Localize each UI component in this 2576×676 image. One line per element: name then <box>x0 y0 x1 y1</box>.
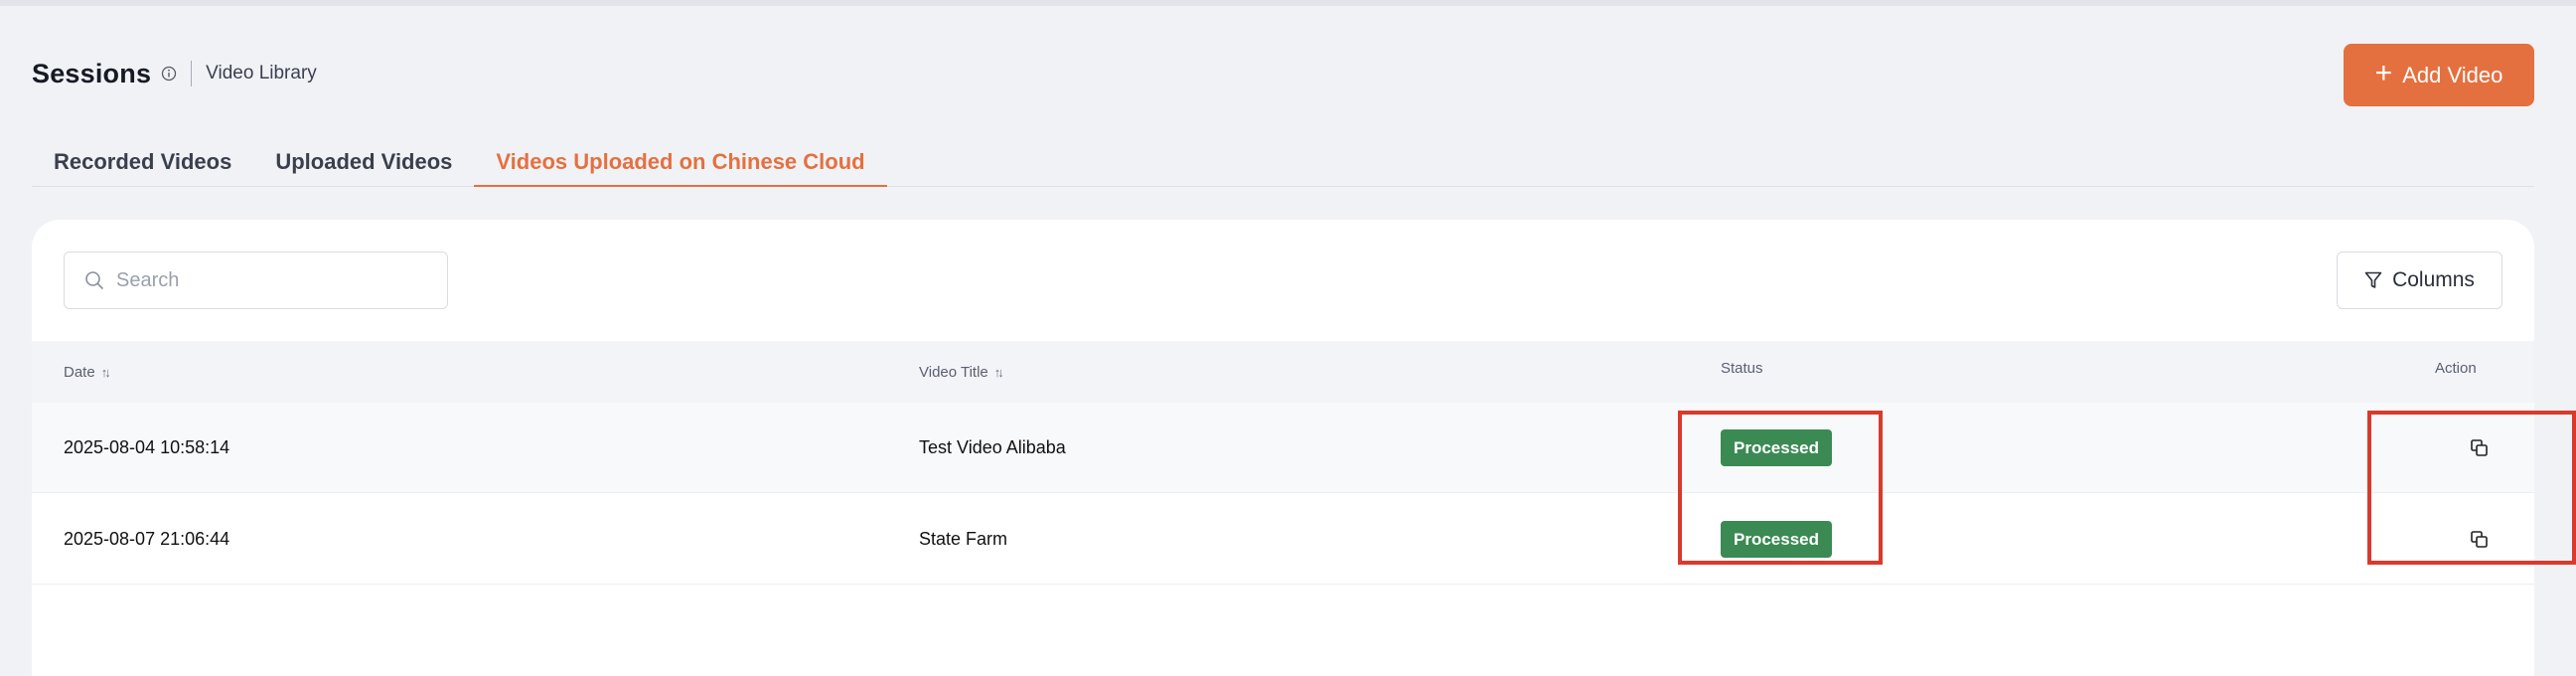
sort-icon[interactable]: ↑↓ <box>101 365 111 380</box>
sort-icon[interactable]: ↑↓ <box>994 365 1004 380</box>
status-cell: Processed <box>1721 494 1832 585</box>
video-title-cell: State Farm <box>919 529 1008 549</box>
page: Sessions Video Library + Add Video Recor… <box>0 0 2576 676</box>
video-title-cell: Test Video Alibaba <box>919 437 1066 457</box>
column-header-video-title[interactable]: Video Title ↑↓ <box>919 341 1004 403</box>
table-row[interactable]: 2025-08-07 21:06:44 State Farm Processed <box>32 494 2534 585</box>
date-cell: 2025-08-07 21:06:44 <box>64 529 230 549</box>
copy-icon[interactable] <box>2470 438 2490 458</box>
column-label: Status <box>1721 359 1763 377</box>
column-header-action: Action <box>2435 337 2477 399</box>
column-header-status: Status <box>1721 337 1763 399</box>
tab-uploaded-videos[interactable]: Uploaded Videos <box>253 139 474 187</box>
table-row[interactable]: 2025-08-04 10:58:14 Test Video Alibaba P… <box>32 403 2534 493</box>
table-header: Date ↑↓ Video Title ↑↓ Status Action <box>32 341 2534 403</box>
videos-card: Columns Date ↑↓ Video Title ↑↓ Status Ac… <box>32 220 2534 676</box>
page-header: Sessions Video Library <box>32 52 317 95</box>
search-icon <box>85 271 103 289</box>
action-cell <box>2470 403 2490 493</box>
date-cell: 2025-08-04 10:58:14 <box>64 437 230 457</box>
breadcrumb-divider <box>191 61 193 86</box>
columns-button[interactable]: Columns <box>2337 252 2502 309</box>
status-badge: Processed <box>1721 521 1832 558</box>
column-label: Video Title <box>919 363 988 381</box>
filter-icon <box>2364 271 2382 288</box>
add-video-label: Add Video <box>2402 62 2503 87</box>
search-box[interactable] <box>64 252 448 309</box>
copy-icon[interactable] <box>2470 530 2490 550</box>
tab-chinese-cloud-videos[interactable]: Videos Uploaded on Chinese Cloud <box>474 139 887 187</box>
status-badge: Processed <box>1721 429 1832 466</box>
columns-label: Columns <box>2392 268 2475 291</box>
page-title: Sessions <box>32 58 152 88</box>
search-input[interactable] <box>116 268 414 292</box>
action-cell <box>2470 494 2490 585</box>
column-label: Date <box>64 363 95 381</box>
column-header-date[interactable]: Date ↑↓ <box>64 341 111 403</box>
tab-bar: Recorded Videos Uploaded Videos Videos U… <box>32 139 2534 187</box>
plus-icon: + <box>2374 57 2393 89</box>
status-cell: Processed <box>1721 403 1832 493</box>
info-icon[interactable] <box>161 66 177 82</box>
tab-recorded-videos[interactable]: Recorded Videos <box>32 139 253 187</box>
column-label: Action <box>2435 359 2477 377</box>
add-video-button[interactable]: + Add Video <box>2344 44 2534 106</box>
breadcrumb[interactable]: Video Library <box>206 63 317 84</box>
